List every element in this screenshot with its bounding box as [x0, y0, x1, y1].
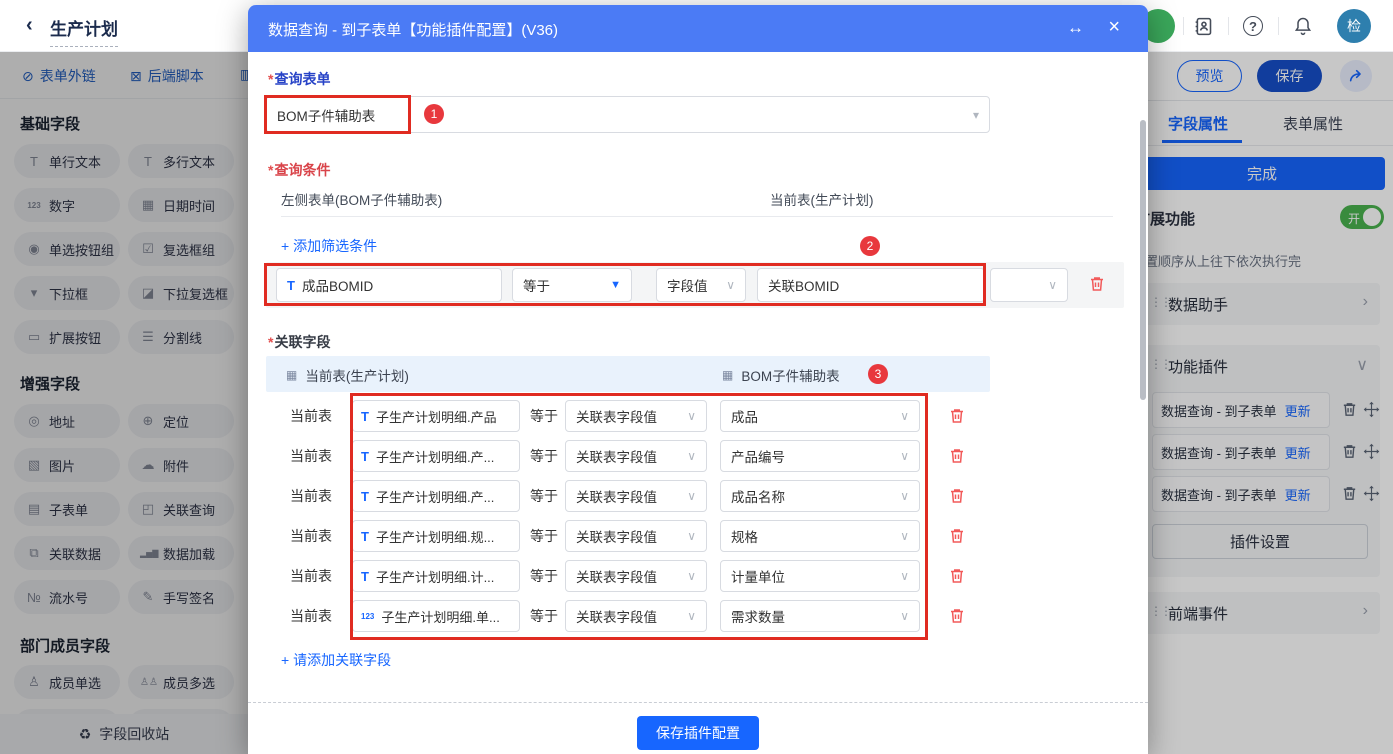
related-fields-label: *关联字段 — [268, 334, 331, 350]
chevron-down-icon: ∨ — [687, 449, 696, 463]
help-icon[interactable]: ? — [1240, 13, 1266, 39]
form-title[interactable]: 生产计划 — [50, 15, 118, 47]
chevron-down-icon: ∨ — [687, 569, 696, 583]
user-avatar[interactable]: 检 — [1337, 9, 1371, 43]
condition-mode-select[interactable]: 字段值 ∨ — [656, 268, 746, 302]
text-field-icon: T — [361, 488, 369, 504]
condition-left-header: 左侧表单(BOM子件辅助表) — [281, 193, 443, 208]
text-field-icon: T — [361, 408, 369, 424]
row-value-select[interactable]: 规格 ∨ — [720, 520, 920, 552]
chevron-down-icon: ∨ — [900, 609, 909, 623]
chevron-down-icon: ∨ — [687, 489, 696, 503]
row-field-input[interactable]: 123 子生产计划明细.单... — [352, 600, 520, 632]
row-field-input[interactable]: T 子生产计划明细.产品 — [352, 400, 520, 432]
form-icon: ▦ — [722, 368, 734, 382]
row-field-input[interactable]: T 子生产计划明细.产... — [352, 480, 520, 512]
row-mode-select[interactable]: 关联表字段值 ∨ — [565, 440, 707, 472]
expand-icon[interactable]: ↔ — [1067, 18, 1084, 38]
delete-row-icon[interactable] — [948, 487, 966, 505]
annotation-badge-3: 3 — [868, 364, 888, 384]
save-plugin-config-button[interactable]: 保存插件配置 — [637, 716, 759, 750]
close-icon[interactable]: × — [1108, 16, 1120, 39]
dialog-title: 数据查询 - 到子表单【功能插件配置】(V36) — [268, 22, 559, 39]
contacts-icon[interactable] — [1190, 13, 1216, 39]
dialog-header: 数据查询 - 到子表单【功能插件配置】(V36) ↔ × — [248, 5, 1148, 52]
add-filter-condition-link[interactable]: + 添加筛选条件 — [281, 236, 377, 256]
condition-header-divider — [281, 216, 1113, 217]
delete-row-icon[interactable] — [948, 407, 966, 425]
condition-field-input[interactable]: T 成品BOMID — [276, 268, 502, 302]
chevron-down-icon: ∨ — [687, 529, 696, 543]
add-related-field-link[interactable]: + 请添加关联字段 — [281, 650, 391, 670]
header-divider — [1228, 17, 1229, 35]
chevron-down-icon: ∨ — [1048, 278, 1057, 292]
delete-row-icon[interactable] — [948, 447, 966, 465]
annotation-badge-1: 1 — [424, 104, 444, 124]
row-mode-select[interactable]: 关联表字段值 ∨ — [565, 480, 707, 512]
delete-row-icon[interactable] — [948, 607, 966, 625]
header-divider — [1278, 17, 1279, 35]
query-conditions-label: *查询条件 — [268, 162, 331, 178]
text-field-icon: T — [361, 448, 369, 464]
notification-bell-icon[interactable] — [1290, 13, 1316, 39]
row-value-select[interactable]: 需求数量 ∨ — [720, 600, 920, 632]
chevron-down-icon: ∨ — [726, 278, 735, 292]
header-divider — [1183, 17, 1184, 35]
row-mode-select[interactable]: 关联表字段值 ∨ — [565, 400, 707, 432]
text-field-icon: T — [287, 277, 295, 293]
text-field-icon: T — [361, 568, 369, 584]
chevron-down-icon: ▾ — [972, 107, 979, 122]
chevron-down-icon: ∨ — [900, 449, 909, 463]
condition-extra-select[interactable]: ∨ — [990, 268, 1068, 302]
related-field-row: 当前表 T 子生产计划明细.产... 等于 关联表字段值 ∨ 成品名称 ∨ — [248, 476, 1148, 516]
annotation-badge-2: 2 — [860, 236, 880, 256]
row-mode-select[interactable]: 关联表字段值 ∨ — [565, 600, 707, 632]
caret-down-icon: ▼ — [610, 279, 621, 291]
condition-value-select[interactable]: 关联BOMID — [757, 268, 985, 302]
query-form-select[interactable]: BOM子件辅助表 ▾ — [266, 96, 990, 133]
query-form-label: *查询表单 — [268, 71, 331, 87]
modal-backdrop-left — [0, 52, 248, 754]
related-field-row: 当前表 T 子生产计划明细.产... 等于 关联表字段值 ∨ 产品编号 ∨ — [248, 436, 1148, 476]
form-icon: ▦ — [286, 368, 298, 382]
related-left-header: ▦ 当前表(生产计划) — [286, 368, 409, 384]
related-field-row: 当前表 123 子生产计划明细.单... 等于 关联表字段值 ∨ 需求数量 ∨ — [248, 596, 1148, 636]
row-value-select[interactable]: 产品编号 ∨ — [720, 440, 920, 472]
back-button[interactable]: ‹ — [26, 14, 33, 37]
plugin-config-dialog: 数据查询 - 到子表单【功能插件配置】(V36) ↔ × *查询表单 BOM子件… — [248, 5, 1148, 754]
row-mode-select[interactable]: 关联表字段值 ∨ — [565, 560, 707, 592]
row-value-select[interactable]: 成品名称 ∨ — [720, 480, 920, 512]
number-field-icon: 123 — [361, 611, 375, 621]
row-mode-select[interactable]: 关联表字段值 ∨ — [565, 520, 707, 552]
condition-operator-select[interactable]: 等于 ▼ — [512, 268, 632, 302]
row-value-select[interactable]: 计量单位 ∨ — [720, 560, 920, 592]
delete-condition-icon[interactable] — [1088, 275, 1106, 293]
condition-row: T 成品BOMID 等于 ▼ 字段值 ∨ 关联BOMID ∨ — [266, 262, 1124, 308]
related-field-row: 当前表 T 子生产计划明细.规... 等于 关联表字段值 ∨ 规格 ∨ — [248, 516, 1148, 556]
delete-row-icon[interactable] — [948, 567, 966, 585]
related-field-row: 当前表 T 子生产计划明细.计... 等于 关联表字段值 ∨ 计量单位 ∨ — [248, 556, 1148, 596]
footer-divider — [248, 702, 1148, 703]
text-field-icon: T — [361, 528, 369, 544]
chevron-down-icon: ∨ — [687, 409, 696, 423]
row-field-input[interactable]: T 子生产计划明细.计... — [352, 560, 520, 592]
row-field-input[interactable]: T 子生产计划明细.产... — [352, 440, 520, 472]
related-field-row: 当前表 T 子生产计划明细.产品 等于 关联表字段值 ∨ 成品 ∨ — [248, 396, 1148, 436]
chevron-down-icon: ∨ — [900, 409, 909, 423]
delete-row-icon[interactable] — [948, 527, 966, 545]
chevron-down-icon: ∨ — [900, 529, 909, 543]
chevron-down-icon: ∨ — [687, 609, 696, 623]
related-right-header: ▦ BOM子件辅助表 — [722, 368, 840, 384]
row-field-input[interactable]: T 子生产计划明细.规... — [352, 520, 520, 552]
condition-right-header: 当前表(生产计划) — [770, 193, 874, 208]
row-value-select[interactable]: 成品 ∨ — [720, 400, 920, 432]
modal-scrollbar[interactable] — [1140, 120, 1146, 400]
chevron-down-icon: ∨ — [900, 569, 909, 583]
chevron-down-icon: ∨ — [900, 489, 909, 503]
